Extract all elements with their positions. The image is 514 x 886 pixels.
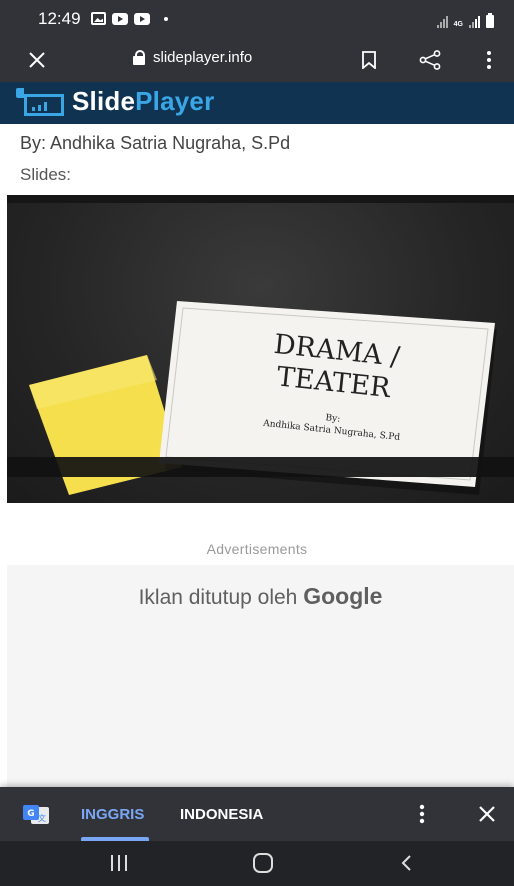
url-text: slideplayer.info [153,49,253,66]
translate-bar: G 文 INGGRIS INDONESIA [0,787,514,841]
logo-text-slide: Slide [72,86,136,116]
navigation-bar [0,841,514,886]
slide-bottom-band [7,457,514,477]
browser-toolbar: slideplayer.info [0,38,514,82]
status-time: 12:49 [38,9,81,28]
ad-closed-text: Iklan ditutup oleh [138,586,298,609]
recent-apps-icon[interactable] [109,855,129,871]
slide-preview[interactable]: DRAMA / TEATER By: Andhika Satria Nugrah… [7,195,514,503]
translate-options-icon[interactable] [419,804,425,824]
network-type-label: 4G [453,21,463,28]
google-wordmark: Google [303,583,383,609]
svg-text:G: G [27,809,34,819]
more-notifications-icon [164,16,168,21]
status-bar: 12:49 4G [0,0,514,38]
share-icon[interactable] [419,50,441,70]
ad-closed-message: Iklan ditutup oleh Google [7,583,514,610]
youtube-icon [134,12,150,25]
url-bar[interactable]: slideplayer.info [133,49,252,66]
signal-icon [469,16,480,28]
notification-icons [91,12,168,25]
bookmark-icon[interactable] [362,51,376,69]
home-icon[interactable] [253,853,273,873]
lock-icon [133,50,145,65]
close-tab-icon[interactable] [26,49,48,71]
ad-container: Iklan ditutup oleh Google [7,565,514,787]
youtube-icon [112,12,128,25]
site-header: SlidePlayer [0,82,514,124]
tab-target-language[interactable]: INDONESIA [180,806,263,823]
svg-text:文: 文 [38,813,46,823]
system-icons: 4G [436,10,494,28]
battery-icon [486,13,494,28]
close-translate-icon[interactable] [477,804,497,824]
author-byline: By: Andhika Satria Nugraha, S.Pd [20,133,291,153]
logo-text-player: Player [135,86,215,116]
more-options-icon[interactable] [486,50,492,70]
phone-screen: 12:49 4G slideplayer.info SlidePlayer By… [0,0,514,886]
slides-label: Slides: [20,165,72,184]
slideplayer-logo-icon [16,88,64,116]
slideplayer-logo[interactable]: SlidePlayer [72,86,214,117]
tab-source-language[interactable]: INGGRIS [81,806,144,823]
advertisements-label: Advertisements [206,541,308,557]
signal-icon [436,16,448,28]
google-translate-icon[interactable]: G 文 [22,804,50,826]
gallery-icon [91,12,106,25]
back-icon[interactable] [400,854,412,872]
